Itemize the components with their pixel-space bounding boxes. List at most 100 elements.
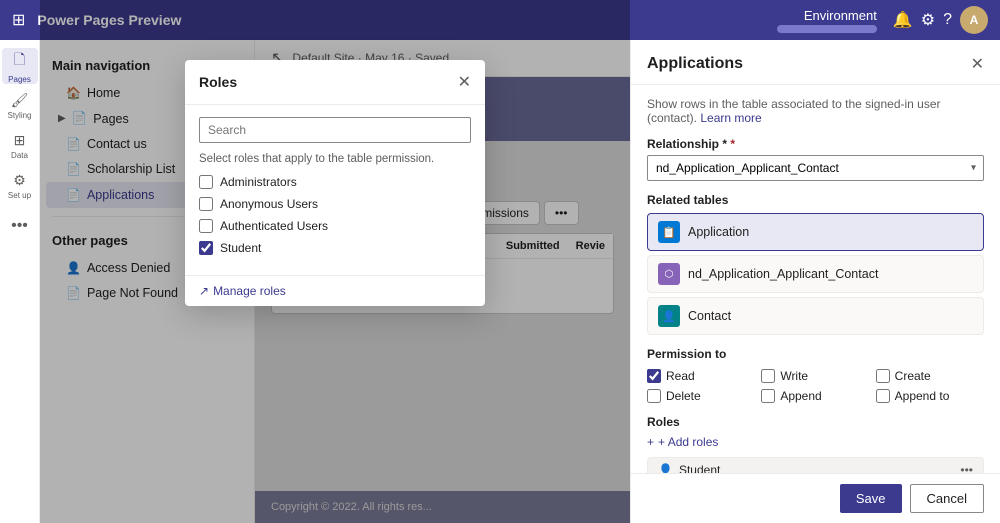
perm-read[interactable]: Read	[647, 369, 755, 383]
perm-create[interactable]: Create	[876, 369, 984, 383]
role-student-chip: 👤 Student •••	[647, 457, 984, 473]
student-role-label: Student	[679, 463, 720, 473]
panel-close-button[interactable]: ✕	[971, 54, 984, 74]
student-option-label: Student	[220, 241, 261, 255]
manage-roles-link[interactable]: ↗ Manage roles	[199, 284, 471, 298]
application-table-icon: 📋	[658, 221, 680, 243]
roles-search-input[interactable]	[199, 117, 471, 143]
contact-table-icon: 👤	[658, 305, 680, 327]
pages-label: Pages	[8, 75, 31, 84]
roles-modal: Roles ✕ Select roles that apply to the t…	[185, 60, 485, 306]
permissions-grid: Read Write Create Delete	[647, 369, 984, 403]
relationship-select[interactable]: nd_Application_Applicant_Contact	[647, 155, 984, 181]
panel-title: Applications	[647, 55, 743, 73]
related-table-contact[interactable]: 👤 Contact	[647, 297, 984, 335]
manage-roles-label: Manage roles	[213, 284, 286, 298]
modal-close-button[interactable]: ✕	[458, 72, 471, 92]
roles-title: Roles	[647, 415, 984, 429]
anonymous-checkbox[interactable]	[199, 197, 213, 211]
related-table-nd-app[interactable]: ⬡ nd_Application_Applicant_Contact	[647, 255, 984, 293]
styling-label: Styling	[7, 111, 31, 120]
add-roles-button[interactable]: + + Add roles	[647, 435, 718, 449]
nd-app-table-label: nd_Application_Applicant_Contact	[688, 267, 878, 281]
add-icon: +	[647, 435, 654, 449]
role-option-administrators[interactable]: Administrators	[199, 175, 471, 189]
panel-description: Show rows in the table associated to the…	[647, 97, 984, 125]
permission-to-label: Permission to	[647, 347, 984, 361]
save-button[interactable]: Save	[840, 484, 902, 513]
perm-append-to[interactable]: Append to	[876, 389, 984, 403]
grid-icon: ⊞	[12, 10, 25, 30]
sidebar-item-more[interactable]: •••	[2, 208, 38, 244]
setup-icon: ⚙	[13, 172, 26, 189]
learn-more-link[interactable]: Learn more	[700, 111, 761, 125]
roles-modal-overlay: Roles ✕ Select roles that apply to the t…	[40, 0, 630, 523]
data-label: Data	[11, 151, 28, 160]
administrators-label: Administrators	[220, 175, 297, 189]
application-table-label: Application	[688, 225, 749, 239]
perm-create-checkbox[interactable]	[876, 369, 890, 383]
add-roles-label: + Add roles	[658, 435, 718, 449]
role-option-anonymous[interactable]: Anonymous Users	[199, 197, 471, 211]
perm-append[interactable]: Append	[761, 389, 869, 403]
modal-header: Roles ✕	[185, 60, 485, 105]
perm-delete-label: Delete	[666, 389, 701, 403]
administrators-checkbox[interactable]	[199, 175, 213, 189]
cancel-button[interactable]: Cancel	[910, 484, 984, 513]
perm-write[interactable]: Write	[761, 369, 869, 383]
right-panel: Applications ✕ Show rows in the table as…	[630, 40, 1000, 523]
setup-label: Set up	[8, 191, 31, 200]
related-table-application[interactable]: 📋 Application	[647, 213, 984, 251]
styling-icon: 🖌	[11, 92, 29, 109]
authenticated-checkbox[interactable]	[199, 219, 213, 233]
authenticated-label: Authenticated Users	[220, 219, 328, 233]
student-checkbox[interactable]	[199, 241, 213, 255]
sidebar-item-setup[interactable]: ⚙ Set up	[2, 168, 38, 204]
sidebar-item-styling[interactable]: 🖌 Styling	[2, 88, 38, 124]
contact-table-label: Contact	[688, 309, 731, 323]
role-option-student[interactable]: Student	[199, 241, 471, 255]
pages-icon: 🗋	[14, 49, 25, 73]
environment-label: Environment	[804, 8, 877, 23]
icon-bar: 🗋 Pages 🖌 Styling ⊞ Data ⚙ Set up •••	[0, 40, 40, 523]
help-icon[interactable]: ?	[943, 11, 952, 29]
panel-body: Show rows in the table associated to the…	[631, 85, 1000, 473]
avatar[interactable]: A	[960, 6, 988, 34]
role-chip-left: 👤 Student	[658, 463, 720, 473]
permission-section: Permission to Read Write Create	[647, 347, 984, 403]
perm-read-checkbox[interactable]	[647, 369, 661, 383]
perm-append-checkbox[interactable]	[761, 389, 775, 403]
roles-section: Roles + + Add roles 👤 Student •••	[647, 415, 984, 473]
sidebar-item-data[interactable]: ⊞ Data	[2, 128, 38, 164]
environment-bar	[777, 25, 877, 33]
nd-app-table-icon: ⬡	[658, 263, 680, 285]
sidebar-item-pages[interactable]: 🗋 Pages	[2, 48, 38, 84]
perm-append-to-checkbox[interactable]	[876, 389, 890, 403]
manage-roles-icon: ↗	[199, 284, 209, 298]
perm-delete[interactable]: Delete	[647, 389, 755, 403]
bell-icon[interactable]: 🔔	[893, 10, 913, 30]
panel-footer: Save Cancel	[631, 473, 1000, 523]
perm-delete-checkbox[interactable]	[647, 389, 661, 403]
modal-description: Select roles that apply to the table per…	[199, 153, 471, 165]
relationship-select-wrapper: nd_Application_Applicant_Contact ▾	[647, 155, 984, 181]
perm-write-checkbox[interactable]	[761, 369, 775, 383]
modal-body: Select roles that apply to the table per…	[185, 105, 485, 275]
modal-footer: ↗ Manage roles	[185, 275, 485, 306]
perm-read-label: Read	[666, 369, 695, 383]
relationship-label: Relationship *	[647, 137, 984, 151]
anonymous-label: Anonymous Users	[220, 197, 318, 211]
environment-info: Environment	[777, 8, 877, 33]
modal-title: Roles	[199, 74, 237, 90]
gear-icon[interactable]: ⚙	[921, 10, 935, 30]
perm-append-label: Append	[780, 389, 821, 403]
data-icon: ⊞	[14, 132, 26, 149]
perm-create-label: Create	[895, 369, 931, 383]
role-chip-more-icon[interactable]: •••	[960, 463, 973, 473]
student-role-icon: 👤	[658, 463, 673, 473]
panel-header: Applications ✕	[631, 40, 1000, 85]
perm-write-label: Write	[780, 369, 808, 383]
role-option-authenticated[interactable]: Authenticated Users	[199, 219, 471, 233]
perm-append-to-label: Append to	[895, 389, 950, 403]
related-tables-label: Related tables	[647, 193, 984, 207]
